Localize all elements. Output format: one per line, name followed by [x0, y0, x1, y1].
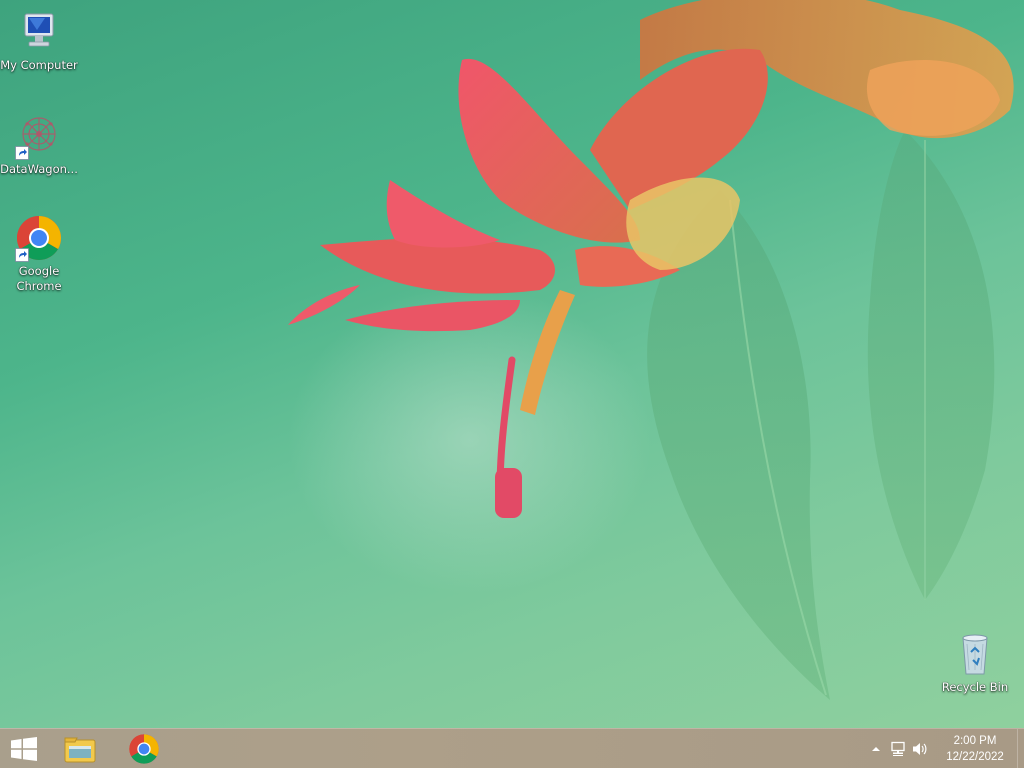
taskbar-chrome-button[interactable]	[116, 729, 172, 769]
clock-date: 12/22/2022	[946, 751, 1004, 763]
chrome-icon	[15, 214, 63, 262]
network-status-button[interactable]	[887, 729, 909, 769]
shortcut-arrow-icon	[15, 248, 29, 262]
network-icon	[891, 741, 905, 756]
shortcut-arrow-icon	[15, 146, 29, 160]
system-tray: 2:00 PM 12/22/2022	[865, 729, 1024, 769]
chrome-icon	[129, 734, 159, 764]
computer-icon	[15, 8, 63, 56]
volume-icon	[913, 743, 927, 755]
desktop[interactable]: My Computer DataWagon... Google Chrome R…	[0, 0, 1024, 728]
taskbar-file-explorer-button[interactable]	[52, 729, 108, 769]
taskbar: 2:00 PM 12/22/2022	[0, 728, 1024, 769]
show-desktop-button[interactable]	[1017, 729, 1024, 769]
start-button[interactable]	[0, 729, 48, 769]
desktop-icon-my-computer[interactable]: My Computer	[0, 8, 78, 73]
taskbar-clock[interactable]: 2:00 PM 12/22/2022	[937, 733, 1013, 765]
desktop-icon-label: Google Chrome	[16, 264, 62, 293]
desktop-icon-label: Recycle Bin	[941, 680, 1009, 694]
datawagon-app-icon	[15, 112, 63, 160]
wallpaper-flower-image	[288, 0, 1014, 700]
recycle-bin-icon	[951, 630, 999, 678]
folder-icon	[64, 737, 96, 763]
clock-time: 2:00 PM	[953, 735, 997, 747]
desktop-icon-datawagon[interactable]: DataWagon...	[0, 112, 78, 177]
desktop-icon-label: DataWagon...	[0, 162, 78, 176]
volume-button[interactable]	[909, 729, 931, 769]
desktop-icon-label: My Computer	[0, 58, 78, 72]
chevron-up-icon	[872, 747, 880, 751]
desktop-icon-google-chrome[interactable]: Google Chrome	[0, 214, 78, 294]
desktop-icon-recycle-bin[interactable]: Recycle Bin	[936, 630, 1014, 695]
windows-logo-icon	[11, 737, 37, 761]
show-hidden-icons-button[interactable]	[865, 729, 887, 769]
